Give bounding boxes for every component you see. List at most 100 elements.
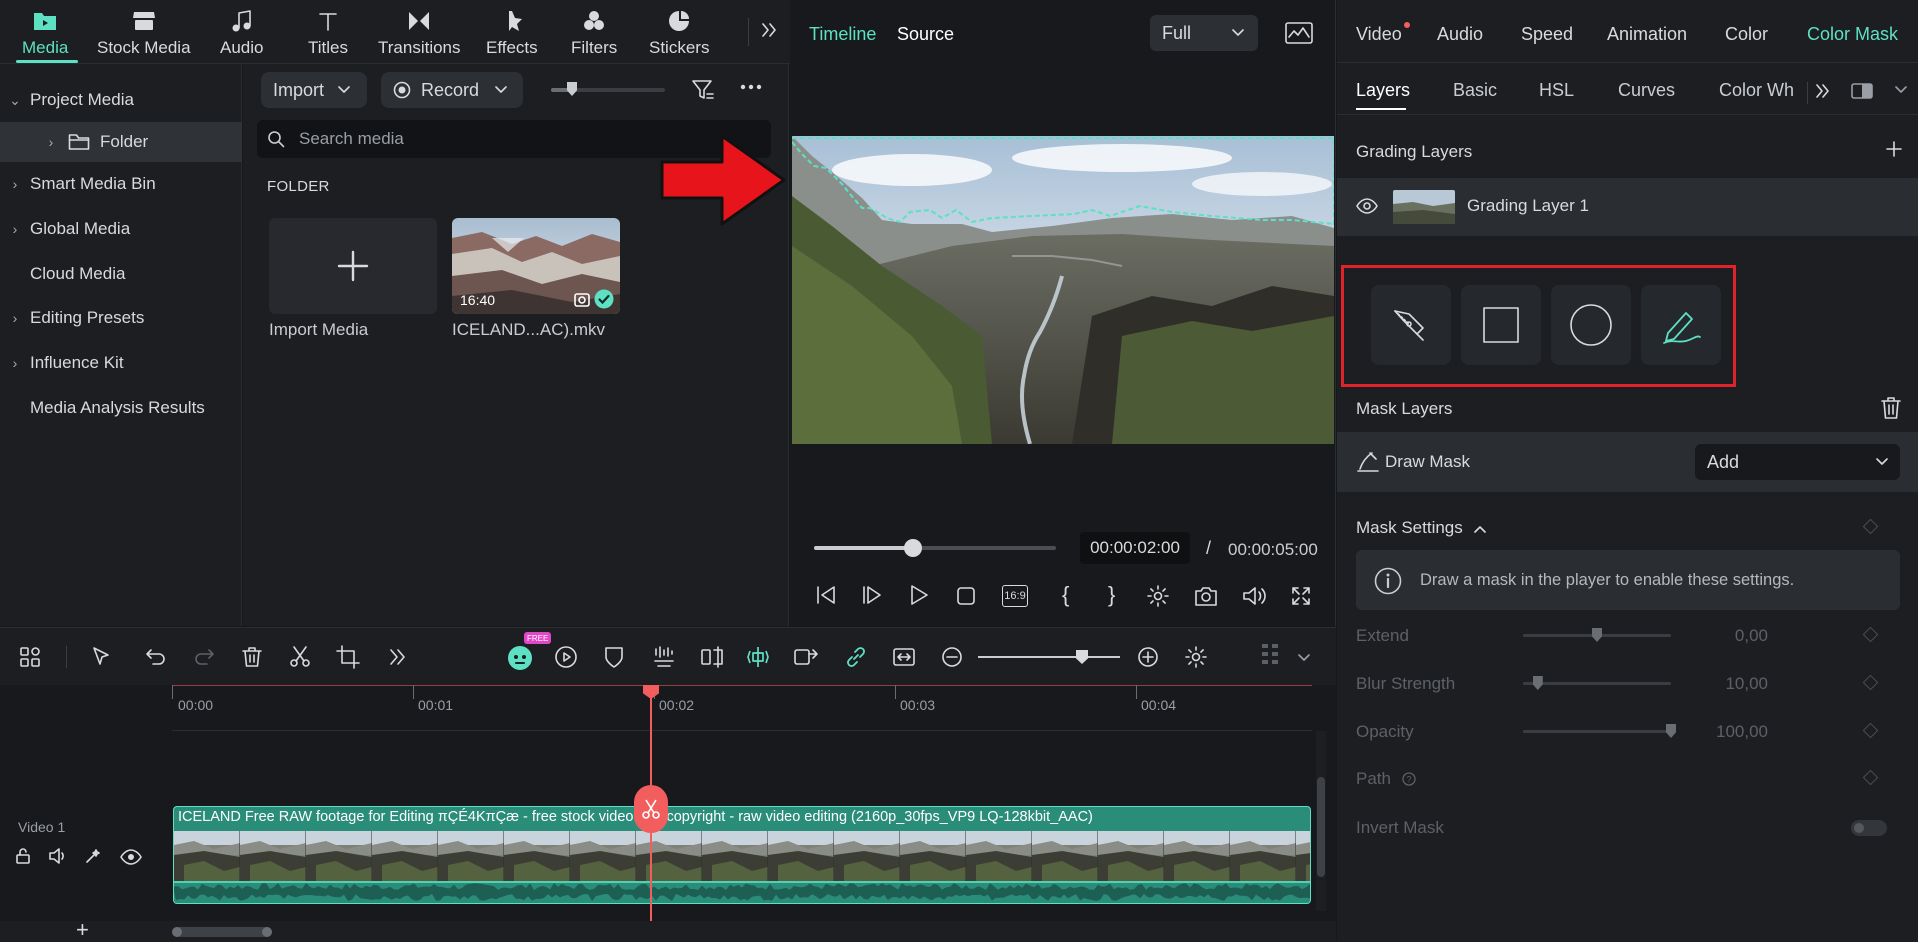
expand-tabs-icon[interactable] [760,20,778,40]
help-icon[interactable]: ? [1402,772,1416,786]
stop-icon[interactable] [956,586,976,606]
layout-grid-icon[interactable] [16,643,44,671]
subtab-curves[interactable]: Curves [1618,80,1675,101]
ellipse-mask-tool[interactable] [1551,285,1631,365]
mute-audio-icon[interactable] [48,847,68,865]
keyframe-diamond-icon[interactable] [1862,674,1879,691]
tab-transitions[interactable]: Transitions [378,8,461,58]
undo-icon[interactable] [142,643,170,671]
shield-marker-icon[interactable] [600,643,628,671]
sidebar-item-media-analysis-results[interactable]: Media Analysis Results [0,388,242,428]
tab-source[interactable]: Source [897,24,954,45]
subtab-color-wheels[interactable]: Color Wh [1719,80,1803,101]
tab-stock-media[interactable]: Stock Media [97,8,191,58]
subtab-layers[interactable]: Layers [1356,80,1410,101]
chevron-down-icon[interactable] [1895,86,1907,94]
eye-icon[interactable] [120,849,142,865]
split-scissors-icon[interactable] [286,643,314,671]
fullscreen-icon[interactable] [1290,585,1312,607]
fit-timeline-icon[interactable] [890,643,918,671]
tab-color-mask[interactable]: Color Mask [1807,24,1898,45]
audio-stretch-icon[interactable] [650,643,678,671]
grading-layer-row[interactable]: Grading Layer 1 [1337,178,1918,236]
tab-color[interactable]: Color [1725,24,1768,45]
filter-icon[interactable] [691,78,715,102]
play-icon[interactable] [908,584,930,606]
sidebar-item-influence-kit[interactable]: › Influence Kit [0,343,242,383]
aspect-ratio-button[interactable]: 16:9 [1002,585,1028,607]
chevron-down-icon[interactable] [1298,654,1310,662]
trash-icon[interactable] [1880,396,1902,420]
pen-mask-tool[interactable] [1371,285,1451,365]
vertical-scrollbar[interactable] [1316,731,1326,911]
tab-animation[interactable]: Animation [1607,24,1687,45]
eye-icon[interactable] [1356,198,1378,214]
import-media-tile[interactable] [269,218,437,314]
add-track-icon[interactable]: + [76,919,89,941]
split-marker-button[interactable] [634,785,668,833]
more-tools-icon[interactable] [384,643,412,671]
compare-view-icon[interactable] [1851,82,1873,100]
sidebar-item-cloud-media[interactable]: Cloud Media [0,254,242,294]
link-icon[interactable] [842,643,870,671]
ai-mate-icon[interactable] [506,643,534,671]
scopes-icon[interactable] [1285,22,1313,44]
zoom-slider-handle[interactable] [1076,650,1088,664]
tab-timeline[interactable]: Timeline [809,24,876,45]
auto-ripple-icon[interactable] [744,643,772,671]
draw-mask-row[interactable]: Draw Mask Add [1337,432,1918,492]
speed-icon[interactable] [552,643,580,671]
replace-clip-icon[interactable] [792,643,820,671]
extend-slider-handle[interactable] [1592,628,1602,642]
zoom-slider[interactable] [978,650,1120,664]
subtab-hsl[interactable]: HSL [1539,80,1574,101]
keyframe-diamond-icon[interactable] [1862,769,1879,786]
more-options-icon[interactable] [740,84,762,90]
sidebar-item-folder[interactable]: › Folder [0,122,242,162]
delete-icon[interactable] [238,643,266,671]
scroll-handle-right[interactable] [262,927,272,937]
slider-handle[interactable] [567,82,577,96]
tab-audio-props[interactable]: Audio [1437,24,1483,45]
mask-settings-title[interactable]: Mask Settings [1356,518,1486,538]
scrubber-handle[interactable] [904,539,923,557]
tab-speed[interactable]: Speed [1521,24,1573,45]
tab-titles[interactable]: Titles [308,8,348,58]
zoom-in-icon[interactable] [1134,643,1162,671]
zoom-out-icon[interactable] [938,643,966,671]
draw-mask-tool[interactable] [1641,285,1721,365]
more-subtabs-icon[interactable] [1814,82,1830,100]
zoom-dropdown[interactable]: Full [1150,15,1258,51]
horizontal-scrollbar-thumb[interactable] [172,927,272,937]
clip-thumbnail[interactable]: 16:40 [452,218,620,314]
record-button[interactable]: Record [381,72,523,108]
tab-stickers[interactable]: Stickers [649,8,709,58]
invert-mask-toggle[interactable] [1851,820,1887,836]
sidebar-item-smart-media-bin[interactable]: › Smart Media Bin [0,164,242,204]
video-clip[interactable]: ICELAND Free RAW footage for Editing πÇÉ… [173,806,1311,904]
settings-icon[interactable] [1146,584,1170,608]
sidebar-item-editing-presets[interactable]: › Editing Presets [0,298,242,338]
subtab-basic[interactable]: Basic [1453,80,1497,101]
compare-split-icon[interactable] [698,643,726,671]
preview-scrubber[interactable] [814,539,1056,557]
select-tool-icon[interactable] [88,643,116,671]
sidebar-item-global-media[interactable]: › Global Media [0,209,242,249]
tab-effects[interactable]: Effects [486,8,538,58]
lock-icon[interactable] [14,847,32,865]
mark-out-icon[interactable]: } [1108,582,1115,608]
next-frame-icon[interactable] [860,584,884,606]
previous-frame-icon[interactable] [814,584,838,606]
timeline-settings-icon[interactable] [1182,643,1210,671]
keyframe-diamond-icon[interactable] [1862,722,1879,739]
tab-video[interactable]: Video [1356,22,1410,45]
drag-handle-icon[interactable] [1256,643,1284,671]
import-button[interactable]: Import [261,72,367,108]
magic-wand-icon[interactable] [84,847,104,865]
keyframe-diamond-icon[interactable] [1862,518,1879,535]
redo-icon[interactable] [190,643,218,671]
scrollbar-thumb[interactable] [1317,777,1325,877]
tab-filters[interactable]: Filters [571,8,617,58]
time-ruler[interactable]: 00:00 00:01 00:02 00:03 00:04 [172,685,1312,731]
keyframe-diamond-icon[interactable] [1862,626,1879,643]
